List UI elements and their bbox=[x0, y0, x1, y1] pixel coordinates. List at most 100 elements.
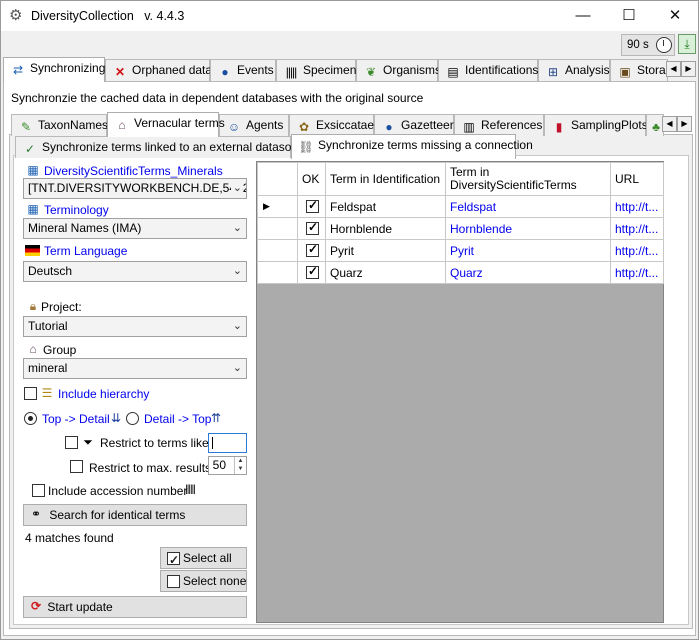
restrict-max-label: Restrict to max. results bbox=[89, 461, 212, 475]
tab-exsiccatae[interactable]: ✿ Exsiccatae bbox=[289, 114, 374, 136]
link-icon: ⛓ bbox=[298, 140, 314, 154]
restrict-like-input[interactable] bbox=[208, 433, 247, 453]
url-cell[interactable]: http://t... bbox=[610, 195, 664, 218]
language-link[interactable]: Term Language bbox=[44, 244, 127, 258]
download-icon[interactable]: ⤓ bbox=[678, 34, 696, 54]
term-ident-cell[interactable]: Quarz bbox=[325, 261, 446, 284]
ok-cell[interactable] bbox=[297, 217, 326, 240]
stepper-arrows-icon[interactable]: ▲ ▼ bbox=[234, 457, 246, 474]
tab-references[interactable]: ▥ References bbox=[454, 114, 544, 136]
storage-icon: ▣ bbox=[619, 65, 631, 79]
close-button[interactable]: ✕ bbox=[652, 1, 698, 31]
terminology-link[interactable]: Terminology bbox=[44, 203, 109, 217]
tab-taxonnames[interactable]: ✎ TaxonNames bbox=[11, 114, 108, 136]
col-header-url[interactable]: URL bbox=[610, 162, 664, 196]
include-accession-checkbox[interactable] bbox=[32, 484, 45, 497]
language-combo[interactable]: Deutsch ⌄ bbox=[23, 261, 247, 282]
tab-sync-missing[interactable]: ⛓ Synchronize terms missing a connection bbox=[291, 134, 533, 159]
search-identical-button[interactable]: ⚭ Search for identical terms bbox=[23, 504, 247, 526]
term-dst-cell[interactable]: Quarz bbox=[445, 261, 611, 284]
term-dst-cell[interactable]: Hornblende bbox=[445, 217, 611, 240]
tab-sync-linked[interactable]: ✓ Synchronize terms linked to an external… bbox=[15, 136, 315, 158]
ok-cell[interactable] bbox=[297, 239, 326, 262]
maximize-button[interactable]: ☐ bbox=[606, 1, 652, 31]
chevron-down-icon: ⌄ bbox=[232, 222, 242, 234]
term-ident-cell[interactable]: Hornblende bbox=[325, 217, 446, 240]
source-db-link[interactable]: DiversityScientificTerms_Minerals bbox=[44, 164, 223, 178]
chevron-down-icon: ⌄ bbox=[232, 362, 242, 374]
tab-agents[interactable]: ☺ Agents bbox=[219, 114, 289, 136]
barcode-icon: ||||| bbox=[285, 65, 298, 79]
tab-vernacular-terms[interactable]: ⌂ Vernacular terms bbox=[107, 112, 225, 137]
main-tabstrip: ⇄ Synchronizing ✕ Orphaned data ● Events ||… bbox=[3, 57, 696, 82]
table-row[interactable]: ▶ Feldspat Feldspat http://t... bbox=[257, 195, 664, 218]
sub-tabstrip: ✎ TaxonNames ⌂ Vernacular terms ☺ Agents ✿ E… bbox=[11, 112, 692, 137]
subtab-scroll-left[interactable]: ◀ bbox=[662, 116, 677, 132]
ok-cell[interactable] bbox=[297, 195, 326, 218]
col-header-term-ident[interactable]: Term in Identification bbox=[325, 162, 446, 196]
row-header-current[interactable]: ▶ bbox=[257, 195, 298, 218]
terminology-combo[interactable]: Mineral Names (IMA) ⌄ bbox=[23, 218, 247, 239]
term-dst-cell[interactable]: Feldspat bbox=[445, 195, 611, 218]
group-combo[interactable]: mineral ⌄ bbox=[23, 358, 247, 379]
include-hierarchy-checkbox[interactable] bbox=[24, 387, 37, 400]
url-cell[interactable]: http://t... bbox=[610, 261, 664, 284]
ok-checkbox[interactable] bbox=[306, 198, 319, 213]
leaf-icon: ❦ bbox=[365, 65, 377, 79]
col-header-term-dst[interactable]: Term in DiversityScientificTerms bbox=[445, 162, 611, 196]
restrict-max-checkbox[interactable] bbox=[70, 460, 83, 473]
detail-top-label[interactable]: Detail -> Top bbox=[144, 412, 211, 426]
source-db-combo[interactable]: [TNT.DIVERSITYWORKBENCH.DE,5432 ⌄ bbox=[23, 178, 247, 199]
term-ident-cell[interactable]: Feldspat bbox=[325, 195, 446, 218]
table-row[interactable]: Hornblende Hornblende http://t... bbox=[257, 217, 664, 240]
url-cell[interactable]: http://t... bbox=[610, 217, 664, 240]
restrict-like-label: Restrict to terms like: bbox=[100, 436, 213, 450]
top-detail-radio[interactable] bbox=[24, 412, 37, 425]
group-label: Group bbox=[43, 343, 77, 357]
tab-storage[interactable]: ▣ Stora bbox=[610, 59, 668, 81]
col-header-ok[interactable]: OK bbox=[297, 162, 326, 196]
detail-top-radio[interactable] bbox=[126, 412, 139, 425]
refresh-icon: ⟳ bbox=[30, 599, 42, 613]
chevron-down-icon: ⌄ bbox=[230, 179, 242, 198]
project-combo[interactable]: Tutorial ⌄ bbox=[23, 316, 247, 337]
red-x-icon: ✕ bbox=[114, 65, 126, 79]
restrict-like-checkbox[interactable] bbox=[65, 436, 78, 449]
term-ident-cell[interactable]: Pyrit bbox=[325, 239, 446, 262]
ok-checkbox[interactable] bbox=[306, 242, 319, 257]
timer-button[interactable]: 90 s bbox=[621, 34, 675, 56]
tab-scroll-left[interactable]: ◀ bbox=[666, 61, 681, 77]
tab-specimen[interactable]: ||||| Specimen bbox=[276, 59, 356, 81]
top-detail-label[interactable]: Top -> Detail bbox=[42, 412, 110, 426]
subtab-scroll-right[interactable]: ▶ bbox=[677, 116, 692, 132]
minimize-button[interactable]: — bbox=[560, 1, 606, 31]
url-cell[interactable]: http://t... bbox=[610, 239, 664, 262]
select-none-label: Select none bbox=[183, 574, 247, 588]
row-header[interactable] bbox=[257, 261, 298, 284]
tab-organisms[interactable]: ❦ Organisms bbox=[356, 59, 441, 81]
tab-analysis[interactable]: ⊞ Analysis bbox=[538, 59, 610, 81]
project-label: Project: bbox=[41, 300, 82, 314]
tab-synchronizing[interactable]: ⇄ Synchronizing bbox=[3, 57, 105, 82]
ok-cell[interactable] bbox=[297, 261, 326, 284]
tab-events[interactable]: ● Events bbox=[210, 59, 276, 81]
row-header[interactable] bbox=[257, 217, 298, 240]
start-update-button[interactable]: ⟳ Start update bbox=[23, 596, 247, 618]
select-all-button[interactable]: Select all bbox=[160, 547, 247, 570]
max-results-stepper[interactable]: 50 ▲ ▼ bbox=[208, 456, 247, 475]
table-row[interactable]: Quarz Quarz http://t... bbox=[257, 261, 664, 284]
table-row[interactable]: Pyrit Pyrit http://t... bbox=[257, 239, 664, 262]
term-dst-cell[interactable]: Pyrit bbox=[445, 239, 611, 262]
tab-gazetteer[interactable]: ● Gazetteer bbox=[374, 114, 454, 136]
ok-checkbox[interactable] bbox=[306, 220, 319, 235]
tab-orphaned-data[interactable]: ✕ Orphaned data bbox=[105, 59, 212, 81]
tab-identifications[interactable]: ▤ Identifications bbox=[438, 59, 538, 81]
tab-scroll-right[interactable]: ▶ bbox=[681, 61, 696, 77]
inner-tabstrip: ✓ Synchronize terms linked to an external… bbox=[15, 134, 615, 159]
include-hierarchy-label[interactable]: Include hierarchy bbox=[58, 387, 149, 401]
tab-samplingplots[interactable]: ▮ SamplingPlots bbox=[544, 114, 648, 136]
select-none-button[interactable]: Select none bbox=[160, 570, 247, 592]
row-header[interactable] bbox=[257, 239, 298, 262]
ok-checkbox[interactable] bbox=[306, 264, 319, 279]
globe-icon: ● bbox=[221, 65, 229, 79]
